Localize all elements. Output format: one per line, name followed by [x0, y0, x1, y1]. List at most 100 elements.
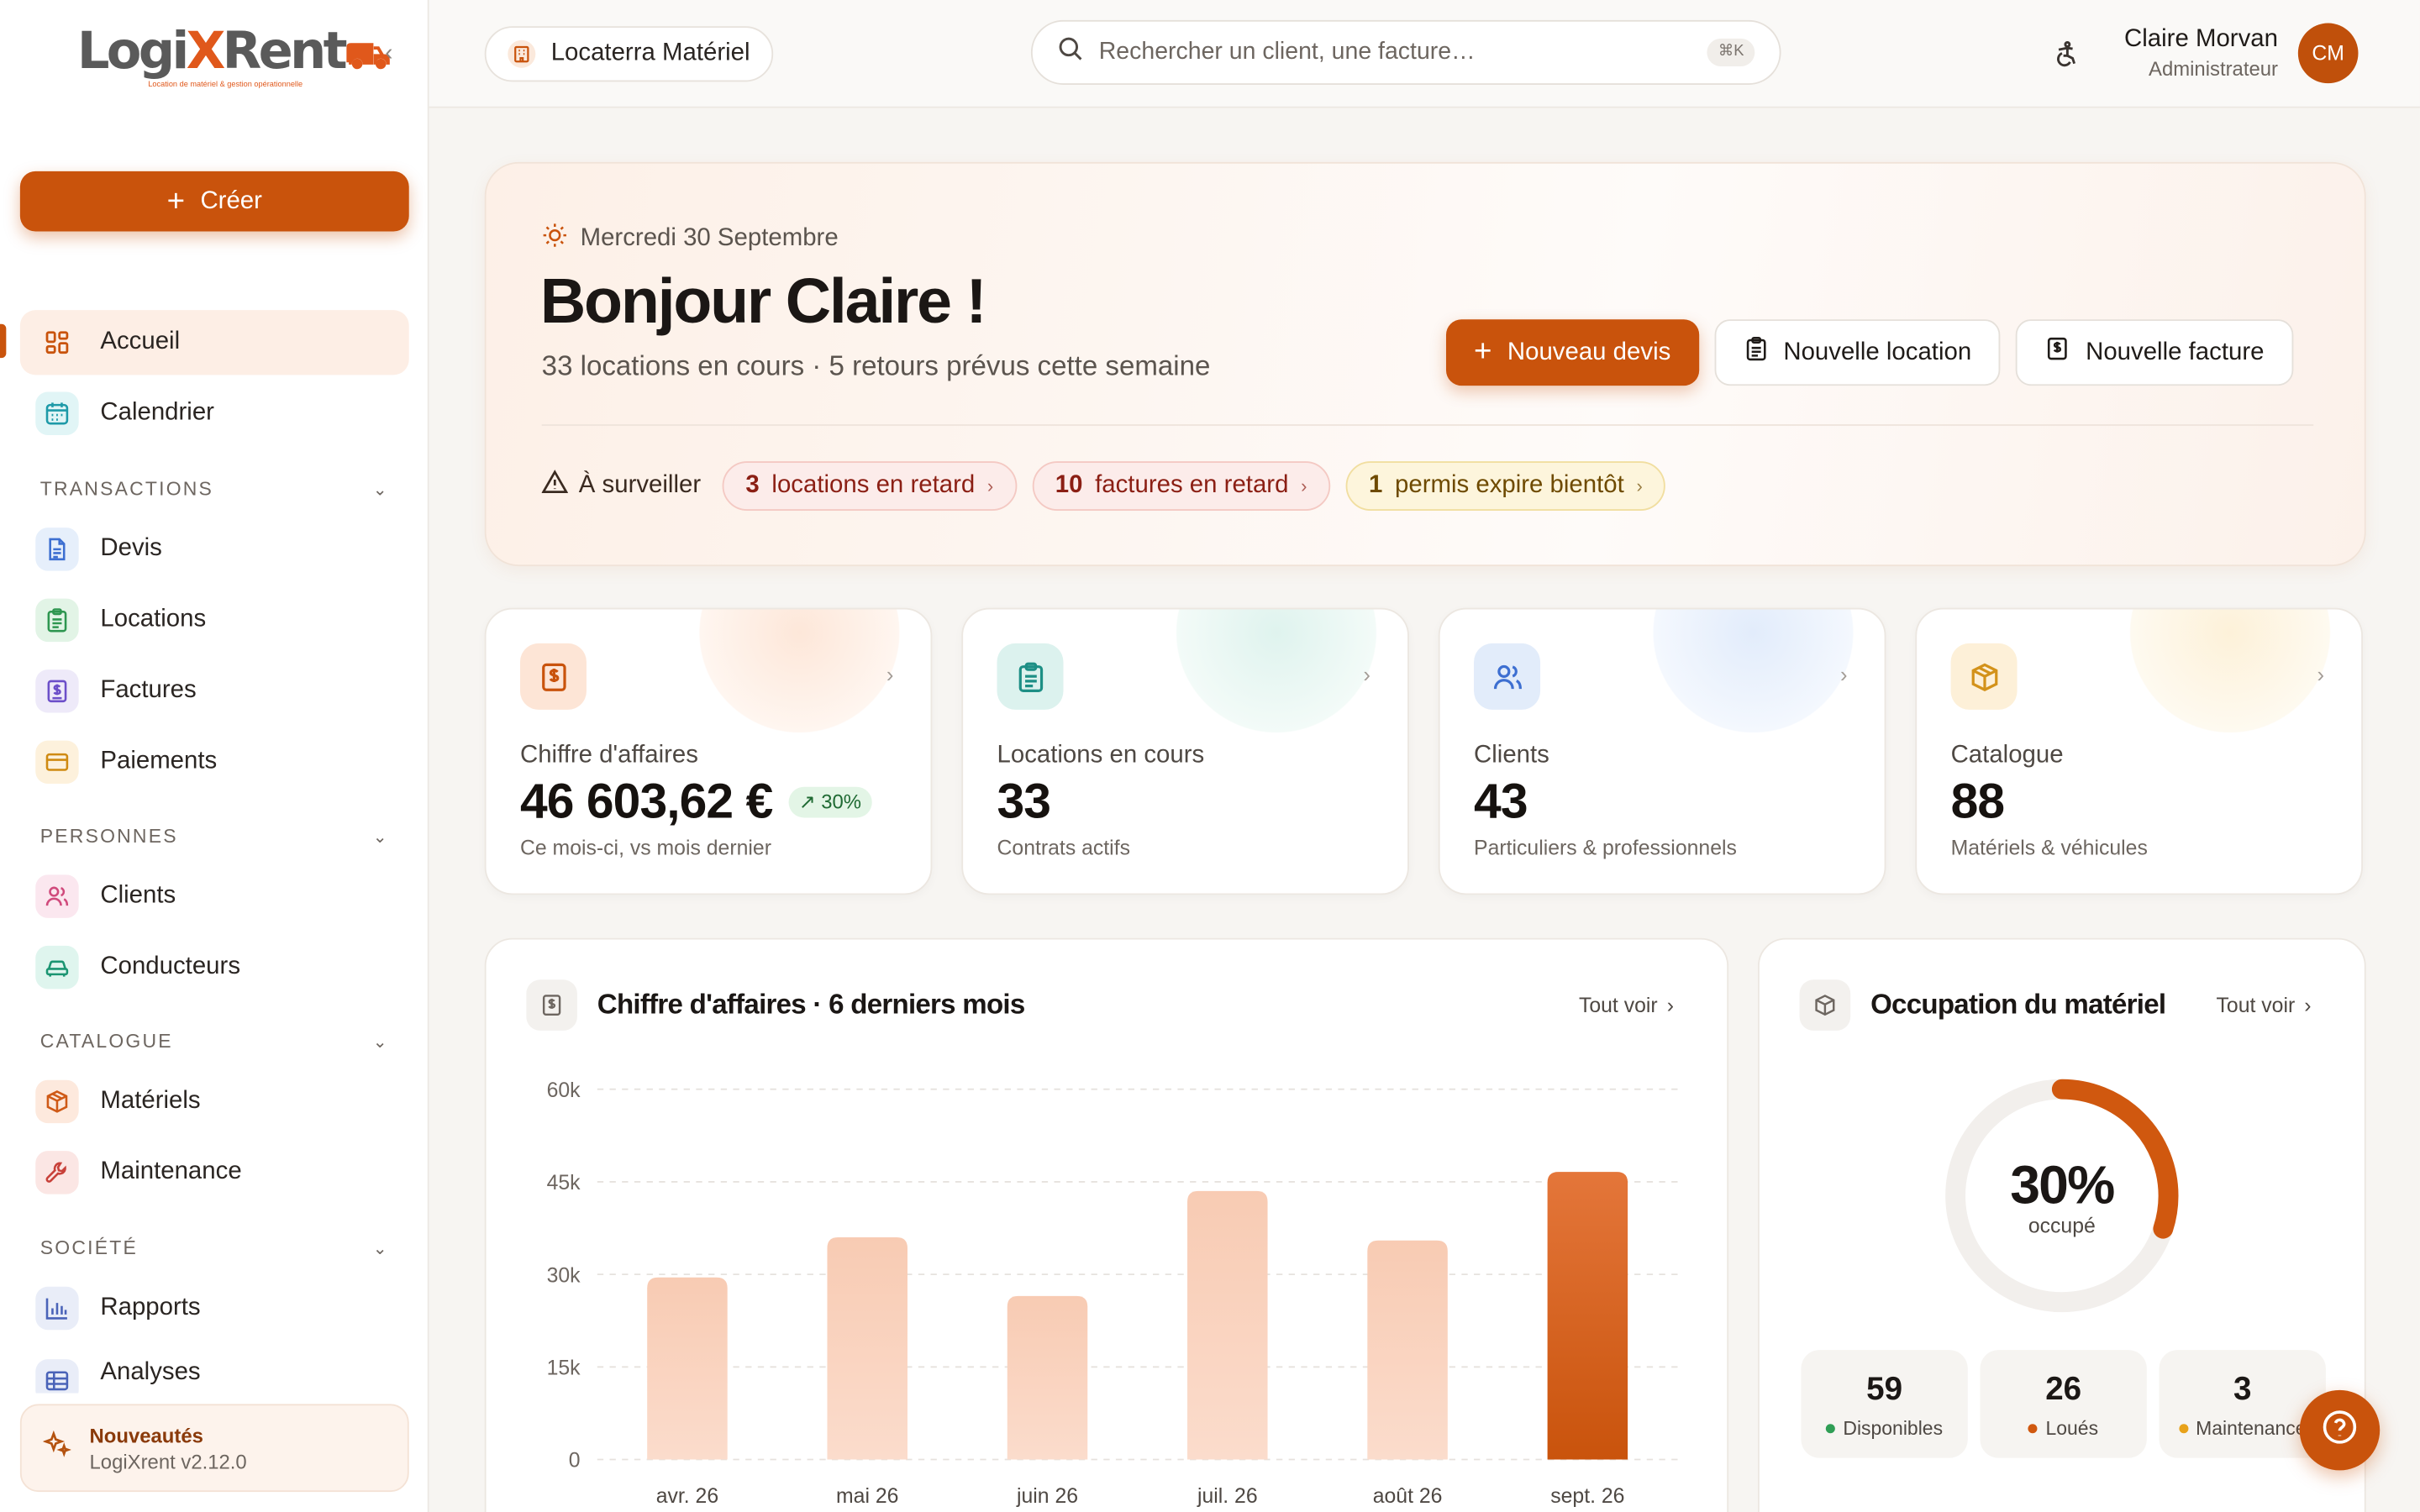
stat-value: 43 — [1474, 773, 1528, 829]
chevron-down-icon: ⌄ — [372, 827, 389, 847]
chart-bar[interactable] — [1367, 1240, 1448, 1460]
sidebar-item-materiels[interactable]: Matériels — [20, 1069, 409, 1134]
search-icon — [1057, 35, 1083, 69]
grid-icon — [35, 321, 78, 364]
chevron-right-icon: › — [1301, 475, 1307, 497]
sidebar-item-accueil[interactable]: Accueil — [19, 310, 409, 375]
chart-bar[interactable] — [827, 1237, 908, 1460]
alert-late-rentals[interactable]: 3 locations en retard › — [722, 461, 1017, 511]
sidebar-item-analyses[interactable]: Analyses — [20, 1347, 409, 1394]
organization-switcher[interactable]: Locaterra Matériel — [484, 26, 774, 82]
chevron-right-icon: › — [1363, 661, 1370, 687]
x-tick-label: août 26 — [1373, 1485, 1443, 1508]
y-tick-label: 60k — [547, 1079, 581, 1102]
sidebar-item-factures[interactable]: Factures — [20, 659, 409, 723]
sparkles-icon — [42, 1430, 72, 1466]
revenue-chart-panel: Chiffre d'affaires · 6 derniers mois Tou… — [484, 937, 1729, 1512]
users-icon — [35, 874, 79, 918]
chevron-right-icon: › — [1839, 661, 1848, 687]
stat-label: Catalogue — [1950, 742, 2064, 769]
section-transactions[interactable]: TRANSACTIONS ⌄ — [40, 478, 389, 500]
logo-part: X — [186, 19, 226, 81]
chevron-down-icon: ⌄ — [372, 480, 389, 500]
see-all-link[interactable]: Tout voir › — [2217, 994, 2312, 1017]
section-catalogue[interactable]: CATALOGUE ⌄ — [40, 1031, 389, 1053]
hero-date: Mercredi 30 Septembre — [542, 222, 839, 255]
stat-card-revenue[interactable]: › Chiffre d'affaires 46 603,62 € ↗ 30% Ce… — [484, 607, 933, 895]
alert-count: 10 — [1055, 472, 1083, 499]
alert-text: permis expire bientôt — [1395, 472, 1624, 499]
warning-icon — [541, 469, 569, 502]
alerts-row: À surveiller 3 locations en retard › 10 fac… — [541, 461, 1666, 511]
new-invoice-button[interactable]: Nouvelle facture — [2016, 319, 2294, 386]
stat-label: Disponibles — [1843, 1417, 1944, 1440]
box-icon — [35, 1079, 79, 1124]
stat-card-clients[interactable]: › Clients 43 Particuliers & professionne… — [1438, 607, 1886, 895]
collapse-sidebar-icon[interactable]: ‹ — [376, 41, 401, 66]
bar-chart-svg: 0 15k 30k 45k 60k avr. 26 mai 26 juin 26 juil. 2… — [547, 1079, 1678, 1508]
x-tick-label: mai 26 — [836, 1485, 898, 1508]
hero-summary: 33 locations en cours · 5 retours prévus… — [541, 349, 1211, 381]
sidebar-item-label: Conducteurs — [100, 953, 241, 980]
alert-license-expiry[interactable]: 1 permis expire bientôt › — [1345, 461, 1666, 511]
top-header: Locaterra Matériel ⌘K Claire Morvan Admi… — [429, 0, 2420, 108]
stat-label: Loués — [2045, 1417, 2099, 1440]
section-personnes[interactable]: PERSONNES ⌄ — [40, 826, 389, 848]
occupation-caption: occupé — [2028, 1214, 2096, 1238]
stat-card-catalogue[interactable]: › Catalogue 88 Matériels & véhicules — [1915, 607, 2363, 895]
status-dot — [2178, 1424, 2188, 1434]
search-input[interactable] — [1098, 38, 1686, 66]
sidebar-item-maintenance[interactable]: Maintenance — [20, 1140, 409, 1205]
stat-card-rentals[interactable]: › Locations en cours 33 Contrats actifs — [961, 607, 1409, 895]
user-role: Administrateur — [2149, 56, 2278, 81]
sidebar-item-locations[interactable]: Locations — [20, 588, 409, 653]
x-tick-label: sept. 26 — [1550, 1485, 1624, 1508]
stat-label: Maintenance — [2196, 1417, 2307, 1440]
chart-bar[interactable] — [1007, 1295, 1088, 1460]
section-societe[interactable]: SOCIÉTÉ ⌄ — [40, 1237, 389, 1259]
help-button[interactable] — [2299, 1389, 2381, 1471]
sidebar-item-rapports[interactable]: Rapports — [20, 1276, 409, 1341]
sidebar-item-devis[interactable]: Devis — [20, 517, 409, 581]
chart-bar[interactable] — [647, 1277, 728, 1460]
sidebar-item-label: Locations — [100, 606, 207, 633]
user-info[interactable]: Claire Morvan Administrateur — [2112, 26, 2278, 80]
logo-tagline: Location de matériel & gestion opération… — [148, 80, 303, 90]
news-banner[interactable]: Nouveautés LogiXrent v2.12.0 — [19, 1404, 409, 1493]
building-icon — [508, 39, 536, 68]
sidebar-item-paiements[interactable]: Paiements — [20, 730, 409, 795]
occupation-panel: Occupation du matériel Tout voir › 30% oc… — [1758, 937, 2366, 1512]
alert-late-invoices[interactable]: 10 factures en retard › — [1032, 461, 1331, 511]
section-label: CATALOGUE — [39, 1030, 173, 1053]
chart-bar[interactable] — [1187, 1190, 1268, 1460]
decorative-blob — [699, 609, 900, 733]
rented-stat[interactable]: 26 Loués — [1980, 1350, 2147, 1458]
new-rental-button[interactable]: Nouvelle location — [1713, 319, 2002, 386]
stat-number: 26 — [2045, 1371, 2082, 1408]
x-tick-label: juin 26 — [1016, 1485, 1078, 1508]
alert-count: 1 — [1368, 472, 1383, 499]
available-stat[interactable]: 59 Disponibles — [1801, 1350, 1968, 1458]
stat-value: 46 603,62 € — [519, 773, 773, 829]
chart-bar[interactable] — [1547, 1172, 1628, 1460]
alert-count: 3 — [745, 472, 760, 499]
box-icon — [1950, 643, 2018, 710]
accessibility-icon[interactable] — [2053, 40, 2081, 68]
car-icon — [35, 945, 79, 990]
section-label: PERSONNES — [39, 825, 178, 848]
stat-label: Clients — [1474, 742, 1549, 769]
sidebar-item-conducteurs[interactable]: Conducteurs — [20, 935, 409, 1000]
create-button[interactable]: + Créer — [19, 171, 409, 232]
help-icon — [2321, 1408, 2358, 1452]
new-quote-button[interactable]: + Nouveau devis — [1445, 319, 1699, 386]
sidebar-item-clients[interactable]: Clients — [20, 864, 409, 929]
app-logo[interactable]: LogiXRent⛟ Location de matériel & gestio… — [77, 19, 392, 90]
global-search[interactable]: ⌘K — [1030, 19, 1781, 86]
sidebar-item-calendrier[interactable]: Calendrier — [20, 381, 409, 446]
watch-label: À surveiller — [541, 469, 701, 502]
chevron-down-icon: ⌄ — [372, 1239, 389, 1258]
quick-actions: + Nouveau devis Nouvelle location Nouvell… — [1445, 319, 2294, 386]
stat-value: 88 — [1950, 773, 2005, 829]
avatar[interactable]: CM — [2297, 23, 2359, 84]
sidebar-item-label: Calendrier — [100, 399, 214, 426]
